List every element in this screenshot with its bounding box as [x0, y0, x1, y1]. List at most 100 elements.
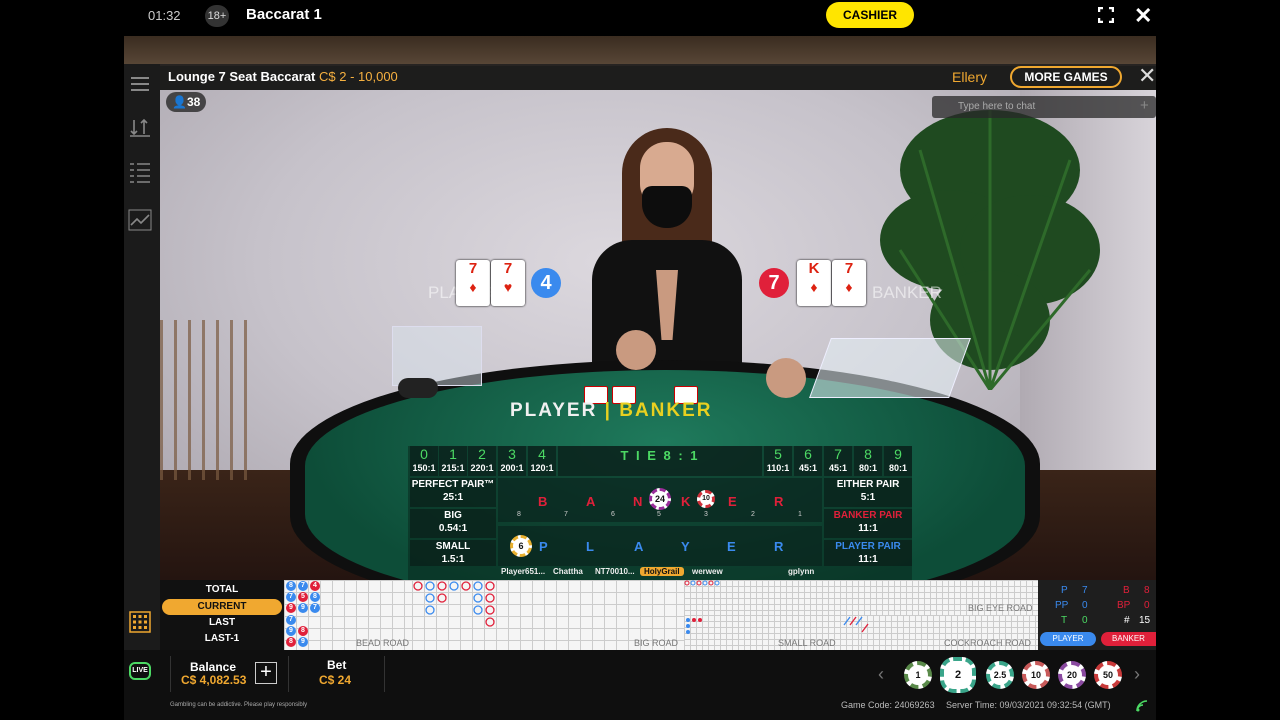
- chip-2.5[interactable]: 2.5: [986, 661, 1014, 689]
- more-games-button[interactable]: MORE GAMES: [1010, 66, 1122, 88]
- close-app-icon[interactable]: ✕: [1134, 3, 1152, 29]
- small-bet[interactable]: SMALL 1.5:1: [410, 540, 496, 566]
- list-icon[interactable]: [128, 160, 152, 184]
- payout-odds: 220:1: [470, 463, 494, 473]
- payout-cell-player-4[interactable]: 4 120:1: [528, 446, 556, 476]
- payout-cell-player-0[interactable]: 0 150:1: [410, 446, 438, 476]
- server-time: Server Time: 09/03/2021 09:32:54 (GMT): [946, 700, 1111, 710]
- banker-pair-bet[interactable]: BANKER PAIR 11:1: [824, 509, 912, 538]
- app-title: Baccarat 1: [246, 6, 322, 23]
- seat-name: NT70010...: [595, 567, 635, 576]
- sort-icon[interactable]: [128, 114, 152, 138]
- player-count-badge: 👤38: [166, 92, 207, 112]
- payout-number: 9: [894, 446, 902, 462]
- seat-number: 7: [564, 511, 568, 518]
- card-suit: ♦: [469, 279, 477, 295]
- either-pair-bet[interactable]: EITHER PAIR 5:1: [824, 478, 912, 507]
- player-letter: E: [727, 539, 736, 554]
- close-game-icon[interactable]: ✕: [1138, 63, 1156, 89]
- chip-10[interactable]: 10: [1022, 661, 1050, 689]
- payout-cell-player-1[interactable]: 1 215:1: [439, 446, 467, 476]
- placed-chip-banker: 10: [697, 490, 715, 508]
- divider: [170, 656, 171, 692]
- add-funds-button[interactable]: +: [255, 662, 277, 684]
- payout-cell-player-3[interactable]: 3 200:1: [498, 446, 526, 476]
- seat-number: 6: [611, 511, 615, 518]
- chip-50[interactable]: 50: [1094, 661, 1122, 689]
- bead-cell: 5: [298, 592, 308, 603]
- banker-mark: [413, 581, 423, 591]
- payout-number: 0: [420, 446, 428, 462]
- stat-t-label: T: [1061, 615, 1068, 626]
- outer-margin: [1156, 36, 1280, 720]
- bead-cell: 9: [286, 625, 296, 636]
- chevron-right-icon[interactable]: ›: [1134, 664, 1140, 685]
- balance-label: Balance: [190, 660, 237, 674]
- player-letter: P: [539, 539, 548, 554]
- fullscreen-icon[interactable]: [1097, 6, 1115, 24]
- bead-cell: 8: [286, 637, 296, 647]
- background-wall: [124, 36, 1156, 66]
- payout-odds: 215:1: [441, 463, 465, 473]
- payout-number: 6: [804, 446, 812, 462]
- tie-bet[interactable]: T I E 8 : 1: [558, 446, 762, 476]
- stat-bp-label: BP: [1117, 600, 1131, 611]
- live-icon: LIVE: [129, 662, 151, 680]
- banker-letter: K: [681, 494, 691, 509]
- payout-odds: 110:1: [766, 463, 790, 473]
- player-mark: [473, 581, 483, 591]
- chevron-left-icon[interactable]: ‹: [878, 664, 884, 685]
- connection-icon: [1136, 699, 1148, 712]
- bead-cell: 9: [286, 603, 296, 614]
- stat-hash-value: 15: [1139, 615, 1151, 626]
- chip-2[interactable]: 2: [940, 657, 976, 693]
- payout-number: 2: [478, 446, 486, 462]
- user-icon: 👤: [172, 95, 187, 109]
- stats-chart-icon[interactable]: [128, 208, 152, 232]
- payout-number: 4: [538, 446, 546, 462]
- stat-hash-label: #: [1124, 615, 1130, 626]
- grid-icon[interactable]: [128, 610, 152, 634]
- chat-plus-icon[interactable]: +: [1140, 97, 1149, 114]
- banker-score: 7: [759, 268, 789, 298]
- seat-number: 2: [751, 511, 755, 518]
- seat-number: 8: [517, 511, 521, 518]
- table-limits: C$ 2 - 10,000: [319, 69, 398, 84]
- tab-current[interactable]: CURRENT: [162, 599, 282, 615]
- payout-cell-banker-6[interactable]: 6 45:1: [794, 446, 822, 476]
- tab-last-1[interactable]: LAST-1: [162, 631, 282, 647]
- card-shoe: [809, 338, 971, 398]
- payout-cell-banker-5[interactable]: 5 110:1: [764, 446, 792, 476]
- menu-icon[interactable]: [128, 72, 152, 96]
- player-predict-button[interactable]: PLAYER: [1040, 632, 1096, 646]
- clock: 01:32: [148, 8, 181, 23]
- big-bet[interactable]: BIG 0.54:1: [410, 509, 496, 538]
- stat-p-value: 7: [1082, 585, 1088, 596]
- player-pair-bet[interactable]: PLAYER PAIR 11:1: [824, 540, 912, 566]
- payout-cell-player-2[interactable]: 2 220:1: [468, 446, 496, 476]
- player-letter: R: [774, 539, 784, 554]
- perfect-pair-bet[interactable]: PERFECT PAIR™ 25:1: [410, 478, 496, 507]
- seat-name-self: HolyGrail: [640, 567, 684, 576]
- card-suit: ♥: [503, 279, 513, 295]
- chat-input[interactable]: Type here to chat: [932, 96, 1156, 118]
- bet-odds: 25:1: [442, 492, 463, 503]
- seat-name: werwew: [692, 567, 723, 576]
- chip-1[interactable]: 1: [904, 661, 932, 689]
- cashier-button[interactable]: CASHIER: [826, 2, 914, 28]
- banker-mark: [437, 593, 447, 603]
- discard-tray: [392, 326, 482, 386]
- bead-cell: 8: [310, 592, 320, 603]
- seat-number: 1: [798, 511, 802, 518]
- payout-cell-banker-7[interactable]: 7 45:1: [824, 446, 852, 476]
- bet-label: Bet: [327, 658, 347, 672]
- chip-20[interactable]: 20: [1058, 661, 1086, 689]
- tab-total[interactable]: TOTAL: [162, 582, 282, 598]
- payout-cell-banker-9[interactable]: 9 80:1: [884, 446, 912, 476]
- payout-cell-banker-8[interactable]: 8 80:1: [854, 446, 882, 476]
- tab-last[interactable]: LAST: [162, 615, 282, 631]
- bead-cell: 9: [298, 637, 308, 647]
- banker-predict-button[interactable]: BANKER: [1101, 632, 1156, 646]
- player-letter: L: [586, 539, 594, 554]
- payout-number: 3: [508, 446, 516, 462]
